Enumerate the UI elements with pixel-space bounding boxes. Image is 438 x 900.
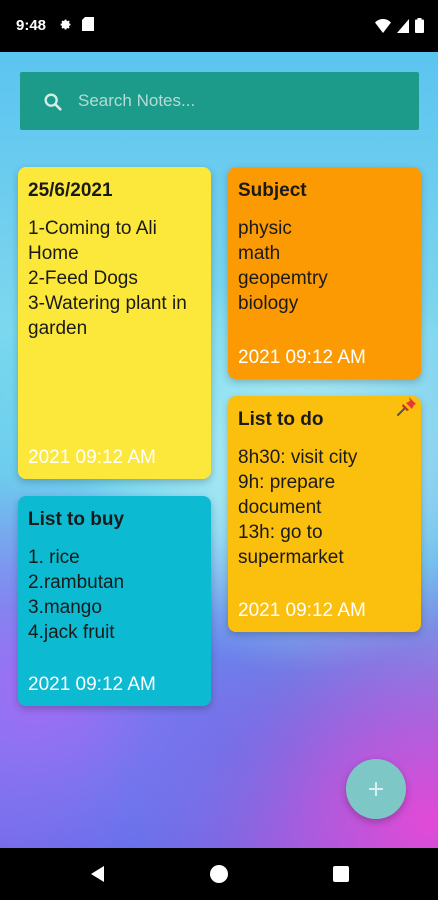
gear-icon bbox=[60, 19, 71, 30]
note-body: 8h30: visit city 9h: prepare document 13… bbox=[238, 447, 358, 568]
status-time: 9:48 bbox=[16, 17, 47, 34]
app-content: 25/6/2021 1-Coming to Ali Home 2-Feed Do… bbox=[0, 52, 438, 848]
battery-icon bbox=[415, 18, 424, 33]
note-title: 25/6/2021 bbox=[28, 180, 113, 201]
plus-icon bbox=[369, 782, 383, 796]
note-date-text: 2021 09:12 AM bbox=[238, 600, 366, 621]
status-bar: 9:48 bbox=[0, 0, 438, 52]
status-right-icons bbox=[375, 18, 424, 33]
home-icon[interactable] bbox=[210, 865, 228, 883]
note-date: 2021 09:12 AM bbox=[238, 600, 366, 622]
navigation-bar bbox=[0, 848, 438, 900]
back-icon[interactable] bbox=[88, 864, 106, 884]
note-card[interactable]: 25/6/2021 1-Coming to Ali Home 2-Feed Do… bbox=[18, 167, 211, 479]
note-card[interactable]: Subject physic math geopemtry biology 20… bbox=[228, 167, 421, 379]
note-title: List to buy bbox=[28, 509, 125, 530]
note-date: 2021 09:12 AM bbox=[28, 674, 156, 696]
search-bar[interactable] bbox=[20, 72, 419, 130]
recents-icon[interactable] bbox=[333, 866, 349, 882]
wifi-icon bbox=[375, 18, 391, 33]
note-title: Subject bbox=[238, 180, 307, 201]
search-input[interactable] bbox=[78, 72, 408, 130]
note-date-text: 2021 09:12 AM bbox=[28, 447, 156, 468]
note-card[interactable]: List to do 8h30: visit city 9h: prepare … bbox=[228, 396, 421, 632]
status-left-icons bbox=[58, 17, 94, 31]
signal-icon bbox=[397, 18, 409, 33]
sd-card-icon bbox=[82, 17, 94, 31]
note-date-text: 2021 09:12 AM bbox=[28, 674, 156, 695]
note-date: 2021 09:12 AM bbox=[238, 347, 366, 369]
note-body: 1. rice 2.rambutan 3.mango 4.jack fruit bbox=[28, 547, 125, 643]
note-card[interactable]: List to buy 1. rice 2.rambutan 3.mango 4… bbox=[18, 496, 211, 706]
add-note-button[interactable] bbox=[346, 759, 406, 819]
note-date: 2021 09:12 AM bbox=[28, 447, 156, 469]
pin-icon bbox=[397, 397, 416, 416]
note-date-text: 2021 09:12 AM bbox=[238, 347, 366, 368]
note-body: physic math geopemtry biology bbox=[238, 218, 328, 314]
note-title: List to do bbox=[238, 409, 324, 430]
search-icon bbox=[44, 93, 62, 111]
note-body: 1-Coming to Ali Home 2-Feed Dogs 3-Water… bbox=[28, 218, 187, 339]
